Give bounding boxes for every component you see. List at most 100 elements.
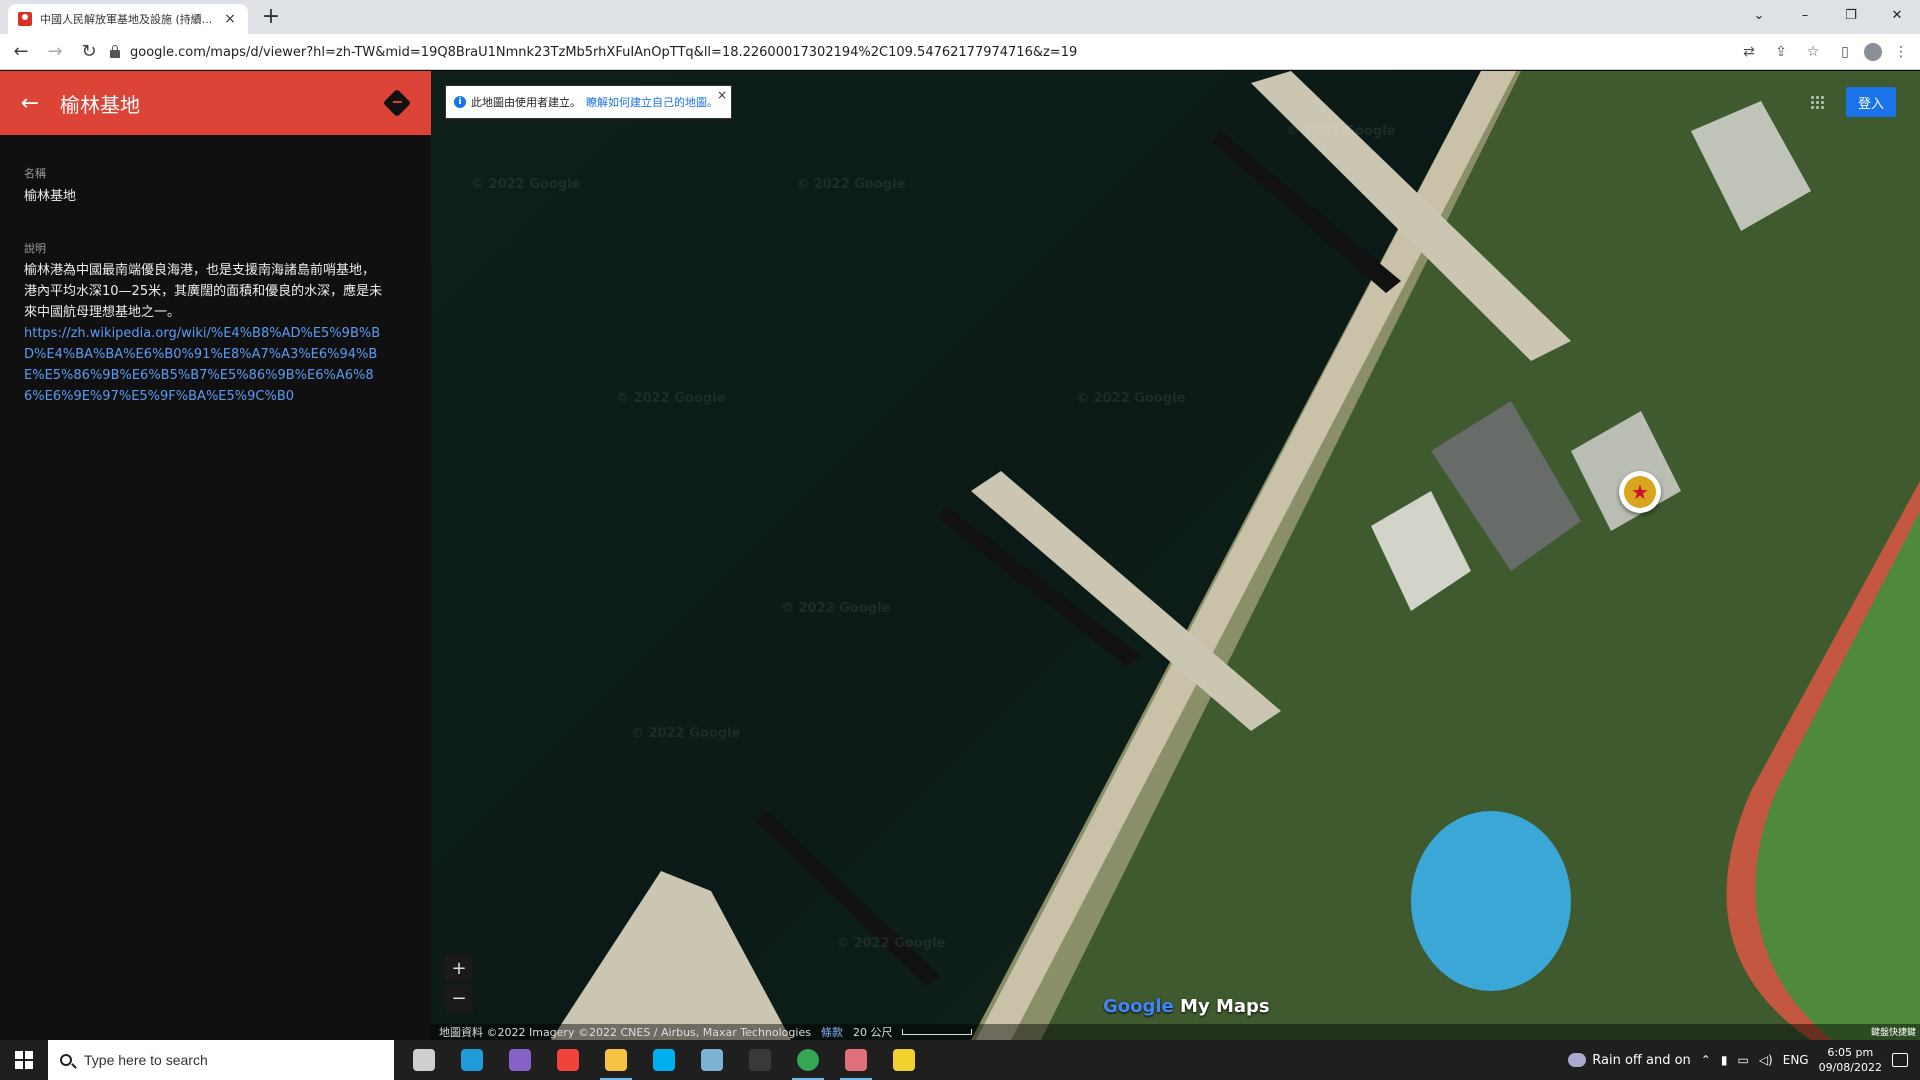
chevron-up-icon[interactable]: ⌃: [1701, 1053, 1711, 1067]
tab-title: 中國人民解放軍基地及設施 (持續...: [40, 13, 213, 26]
translate-icon[interactable]: ⇄: [1736, 39, 1762, 65]
google-my-maps-logo: Google My Maps: [1103, 996, 1270, 1017]
map-watermark: © 2022 Google: [616, 391, 726, 406]
bookmark-star-icon[interactable]: ☆: [1800, 39, 1826, 65]
window-controls: ⌄ – ❐ ✕: [1736, 0, 1920, 30]
satellite-map[interactable]: © 2022 Google © 2022 Google © 2022 Googl…: [431, 71, 1920, 1040]
map-watermark: © 2022 Google: [1286, 124, 1396, 139]
share-icon[interactable]: ⇪: [1768, 39, 1794, 65]
side-panel-icon[interactable]: ▯: [1832, 39, 1858, 65]
reload-icon[interactable]: ↻: [76, 39, 102, 65]
close-icon[interactable]: ×: [717, 88, 727, 102]
anydesk-icon: [557, 1049, 579, 1071]
taskbar-app[interactable]: [400, 1040, 448, 1080]
name-label: 名稱: [24, 167, 46, 180]
forward-arrow-icon[interactable]: →: [42, 39, 68, 65]
google-maps-favicon-icon: [18, 12, 32, 26]
profile-avatar-icon[interactable]: [1864, 43, 1882, 61]
weather-text: Rain off and on: [1592, 1052, 1691, 1068]
zoom-controls: + −: [445, 954, 473, 1012]
panel-header: ← 榆林基地: [0, 71, 431, 135]
clock[interactable]: 6:05 pm 09/08/2022: [1819, 1045, 1882, 1075]
close-window-button[interactable]: ✕: [1874, 0, 1920, 30]
user-map-notice: i 此地圖由使用者建立。 瞭解如何建立自己的地圖。 ×: [445, 85, 732, 119]
scale-bar: [902, 1029, 973, 1035]
directions-icon[interactable]: [382, 88, 412, 118]
name-value: 榆林基地: [24, 189, 77, 204]
taskbar-app[interactable]: [784, 1040, 832, 1080]
taskbar-app[interactable]: [544, 1040, 592, 1080]
description-text: 榆林港為中國最南端優良海港，也是支援南海諸島前哨基地，港內平均水深10—25米，…: [24, 263, 383, 320]
map-marker[interactable]: ★: [1619, 471, 1661, 513]
clock-date: 09/08/2022: [1818, 1061, 1882, 1074]
map-watermark: © 2022 Google: [836, 936, 946, 951]
taskbar-app[interactable]: [448, 1040, 496, 1080]
taskbar-app[interactable]: [832, 1040, 880, 1080]
browser-tab[interactable]: 中國人民解放軍基地及設施 (持續... ×: [8, 4, 248, 34]
address-bar[interactable]: google.com/maps/d/viewer?hl=zh-TW&mid=19…: [110, 39, 1810, 65]
menu-kebab-icon[interactable]: ⋮: [1888, 39, 1914, 65]
weather-widget[interactable]: Rain off and on: [1568, 1053, 1691, 1068]
feature-detail-panel: ← 榆林基地 名稱 榆林基地 說明 榆林港為中國最南端優良海港，也是支援南海諸島…: [0, 71, 431, 1040]
windows-start-icon[interactable]: [0, 1040, 48, 1080]
language-indicator[interactable]: ENG: [1783, 1053, 1809, 1067]
info-icon: i: [454, 96, 466, 108]
taskbar-app[interactable]: [496, 1040, 544, 1080]
taskbar-app[interactable]: [640, 1040, 688, 1080]
map-imagery: [551, 71, 1920, 1040]
file-explorer-icon: [605, 1049, 627, 1071]
url-text[interactable]: google.com/maps/d/viewer?hl=zh-TW&mid=19…: [130, 45, 1077, 60]
restore-button[interactable]: ❐: [1828, 0, 1874, 30]
new-tab-button[interactable]: +: [258, 4, 284, 30]
map-watermark: © 2022 Google: [796, 177, 906, 192]
description-label: 說明: [24, 242, 46, 255]
taskbar-app[interactable]: [688, 1040, 736, 1080]
search-icon: [60, 1054, 72, 1066]
star-emblem-icon: ★: [1624, 476, 1656, 508]
windows-taskbar: Type here to search Rain off and on ⌃ ▮ …: [0, 1040, 1920, 1080]
rain-cloud-icon: [1568, 1053, 1587, 1067]
taskbar-search-box[interactable]: Type here to search: [48, 1040, 394, 1080]
map-watermark: © 2022 Google: [1076, 391, 1186, 406]
map-watermark: © 2022 Google: [471, 177, 581, 192]
skype-icon: [653, 1049, 675, 1071]
notification-icon[interactable]: [1892, 1053, 1908, 1067]
notice-text: 此地圖由使用者建立。: [471, 96, 581, 109]
toolbar-icons: ⇄ ⇪ ☆ ▯ ⋮: [1736, 39, 1914, 65]
keyboard-shortcuts-label[interactable]: 鍵盤快捷鍵: [1871, 1025, 1916, 1038]
zoom-in-button[interactable]: +: [445, 954, 473, 982]
taskbar-app[interactable]: [592, 1040, 640, 1080]
battery-icon[interactable]: ▮: [1721, 1053, 1728, 1067]
lock-icon[interactable]: [110, 45, 120, 58]
notice-link[interactable]: 瞭解如何建立自己的地圖。: [586, 94, 718, 110]
browser-tabbar: 中國人民解放軍基地及設施 (持續... × + ⌄ – ❐ ✕: [0, 0, 1920, 34]
panel-title: 榆林基地: [60, 94, 140, 117]
back-arrow-icon[interactable]: ←: [8, 39, 34, 65]
system-tray: Rain off and on ⌃ ▮ ▭ ◁) ENG 6:05 pm 09/…: [1568, 1040, 1920, 1080]
task-view-icon: [413, 1049, 435, 1071]
sign-in-button[interactable]: 登入: [1846, 87, 1896, 117]
wikipedia-link[interactable]: https://zh.wikipedia.org/wiki/%E4%B8%AD%…: [0, 323, 410, 407]
map-watermark: © 2022 Google: [781, 601, 891, 616]
tab-search-button[interactable]: ⌄: [1736, 0, 1782, 30]
app-icon: [701, 1049, 723, 1071]
back-arrow-icon[interactable]: ←: [0, 71, 60, 135]
minimize-button[interactable]: –: [1782, 0, 1828, 30]
map-watermark: © 2022 Google: [631, 726, 741, 741]
clock-time: 6:05 pm: [1827, 1046, 1874, 1059]
edge-icon: [461, 1049, 483, 1071]
visual-studio-icon: [509, 1049, 531, 1071]
volume-icon[interactable]: ◁): [1759, 1053, 1773, 1067]
attribution-text: 地圖資料 ©2022 Imagery ©2022 CNES / Airbus, …: [439, 1026, 811, 1039]
terms-link[interactable]: 條款: [821, 1024, 843, 1040]
network-icon[interactable]: ▭: [1737, 1053, 1748, 1067]
taskbar-apps: [400, 1040, 928, 1080]
zoom-out-button[interactable]: −: [445, 984, 473, 1012]
taskbar-app[interactable]: [736, 1040, 784, 1080]
snipping-icon: [845, 1049, 867, 1071]
close-tab-icon[interactable]: ×: [222, 11, 238, 27]
apps-grid-icon[interactable]: [1810, 95, 1824, 109]
browser-toolbar: ← → ↻ google.com/maps/d/viewer?hl=zh-TW&…: [0, 34, 1920, 70]
terminal-icon: [749, 1049, 771, 1071]
taskbar-app[interactable]: [880, 1040, 928, 1080]
